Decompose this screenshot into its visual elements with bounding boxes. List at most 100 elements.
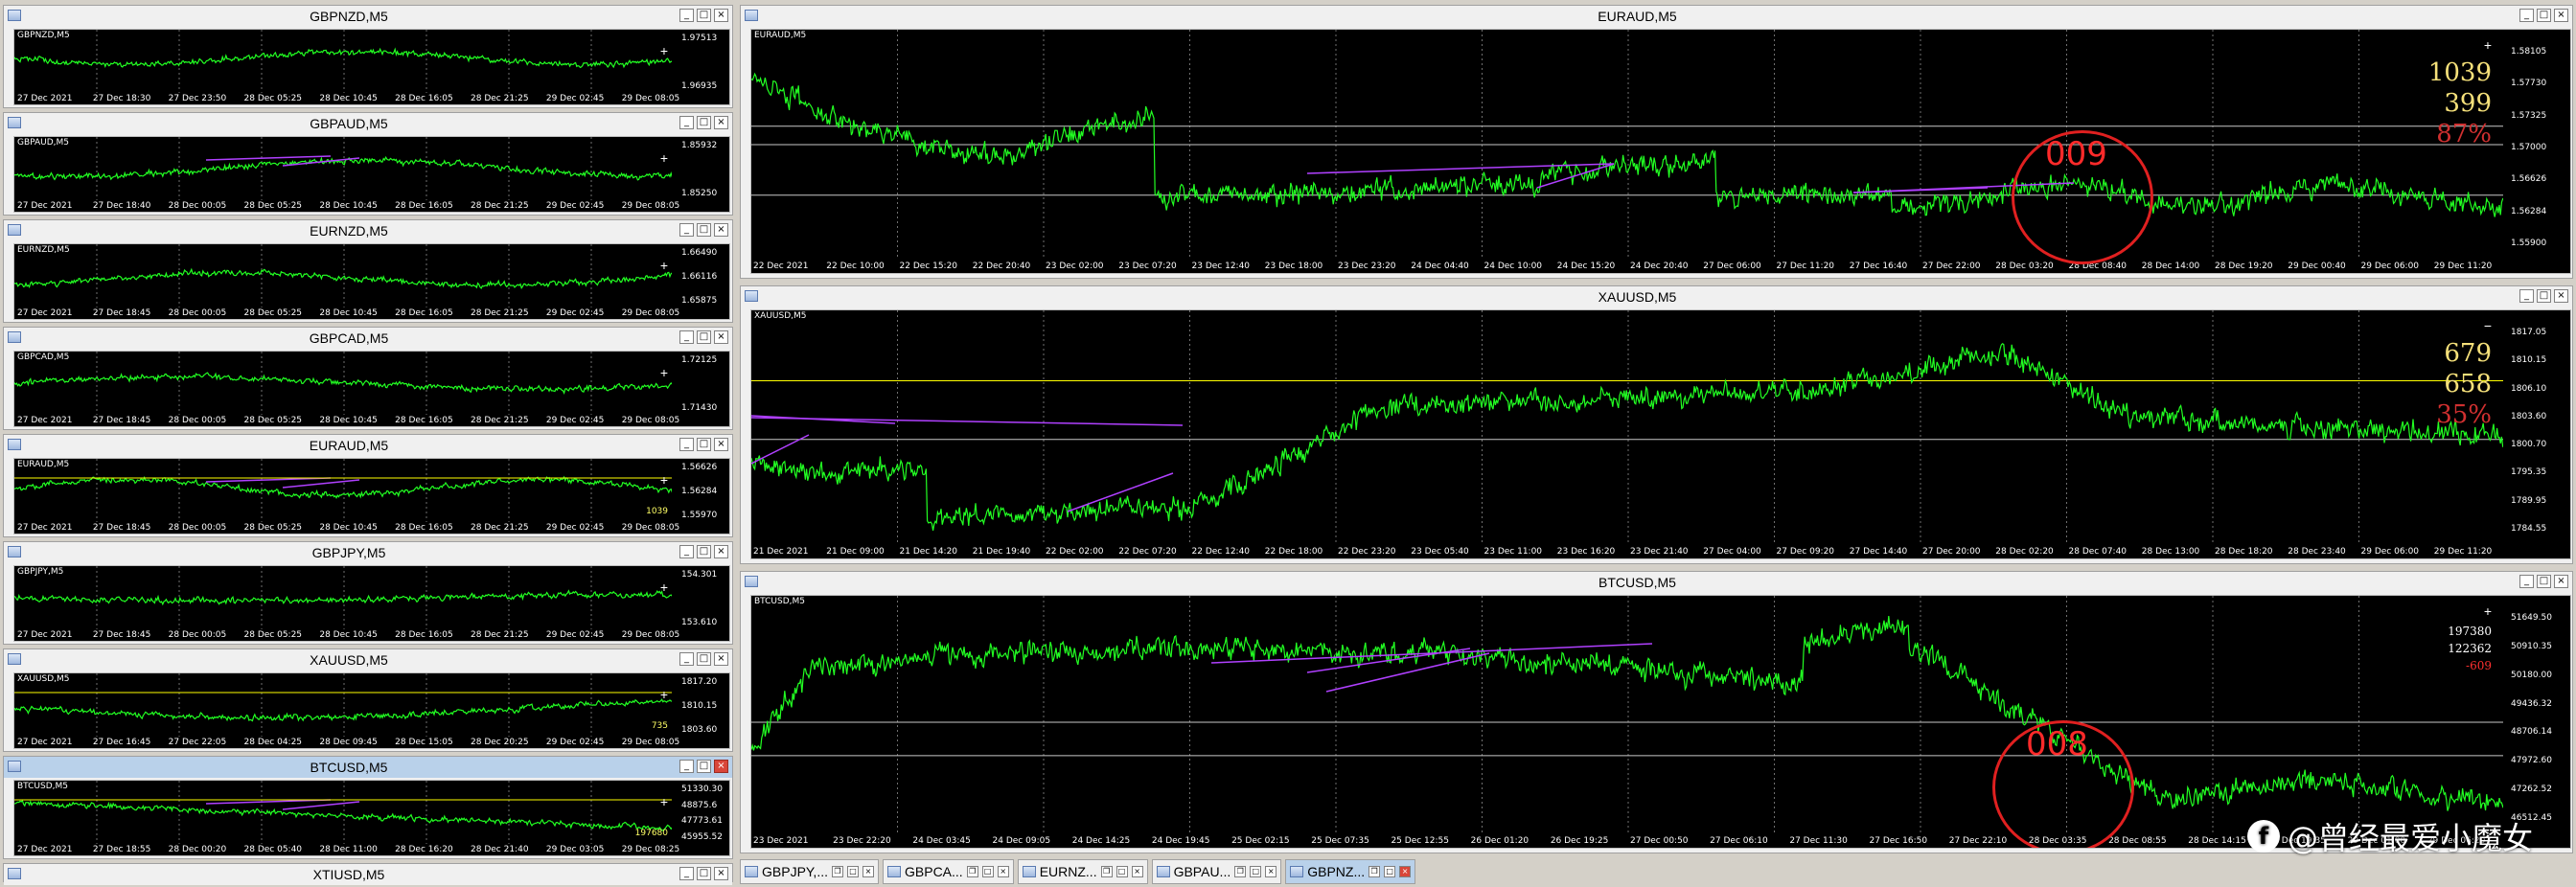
close-button[interactable]: × <box>714 116 728 129</box>
minimize-button[interactable]: _ <box>2519 575 2534 588</box>
maximize-button[interactable]: □ <box>697 438 711 451</box>
maximize-button[interactable]: □ <box>697 867 711 880</box>
window-titlebar[interactable]: EURNZD,M5 _ □ × <box>4 220 732 241</box>
zoom-in-icon[interactable]: + <box>660 794 668 809</box>
close-button[interactable]: × <box>862 866 874 877</box>
chart-window-euraud[interactable]: EURAUD,M5 _ □ × EURAUD,M5 1.56626 1.56284 1.559… <box>3 434 733 537</box>
close-button[interactable]: × <box>714 223 728 237</box>
minimize-button[interactable]: _ <box>2519 289 2534 303</box>
zoom-in-icon[interactable]: + <box>660 43 668 58</box>
minimize-button[interactable]: _ <box>679 545 694 558</box>
window-titlebar[interactable]: XAUUSD,M5 _ □ × <box>4 649 732 671</box>
maximize-button[interactable]: □ <box>1384 866 1396 877</box>
chart-area[interactable]: GBPCAD,M5 1.72125 1.71430 +27 Dec 2021 27 De… <box>13 351 730 427</box>
chart-window-xauusd-large[interactable]: XAUUSD,M5 _ □ × XAUUSD,M5 1817.05 1810.15 1806.… <box>740 285 2573 564</box>
chart-window-btcusd[interactable]: BTCUSD,M5 _ □ × BTCUSD,M5 51330.30 48875.6 4777… <box>3 756 733 859</box>
minimize-button[interactable]: _ <box>679 223 694 237</box>
chart-area[interactable]: XAUUSD,M5 1817.05 1810.15 1806.10 1803.60 180… <box>750 309 2571 559</box>
minimized-window-tab[interactable]: GBPJPY,... ❐ □ × <box>740 859 879 884</box>
minimize-button[interactable]: _ <box>679 652 694 666</box>
minimize-button[interactable]: _ <box>2519 9 2534 22</box>
maximize-button[interactable]: □ <box>697 760 711 773</box>
minimize-button[interactable]: _ <box>679 9 694 22</box>
maximize-button[interactable]: □ <box>697 9 711 22</box>
minimized-window-tab[interactable]: EURNZ... ❐ □ × <box>1017 859 1148 884</box>
maximize-button[interactable]: □ <box>697 223 711 237</box>
window-titlebar[interactable]: EURAUD,M5 _ □ × <box>741 6 2572 27</box>
restore-button[interactable]: ❐ <box>1234 866 1247 877</box>
chart-area[interactable]: GBPJPY,M5 154.301 153.610 +27 Dec 2021 27 De… <box>13 565 730 642</box>
close-button[interactable]: × <box>714 438 728 451</box>
minimized-window-tab[interactable]: GBPNZ... ❐ □ × <box>1285 859 1416 884</box>
restore-button[interactable]: ❐ <box>966 866 978 877</box>
zoom-in-icon[interactable]: + <box>660 472 668 488</box>
chart-window-btcusd-large[interactable]: BTCUSD,M5 _ □ × BTCUSD,M5 51649.50 50910.35 501… <box>740 571 2573 853</box>
window-titlebar[interactable]: XAUUSD,M5 _ □ × <box>741 286 2572 307</box>
close-button[interactable]: × <box>714 330 728 344</box>
restore-button[interactable]: ❐ <box>1100 866 1113 877</box>
minimize-button[interactable]: _ <box>679 116 694 129</box>
chart-window-xauusd[interactable]: XAUUSD,M5 _ □ × XAUUSD,M5 1817.20 1810.15 1803.… <box>3 648 733 752</box>
window-titlebar[interactable]: GBPJPY,M5 _ □ × <box>4 542 732 563</box>
maximize-button[interactable]: □ <box>697 116 711 129</box>
chart-area[interactable]: EURAUD,M5 1.58105 1.57730 1.57325 1.57000 1.5… <box>750 29 2571 274</box>
zoom-in-icon[interactable]: + <box>660 258 668 273</box>
chart-window-xtiusd[interactable]: XTIUSD,M5 _ □ × <box>3 863 733 885</box>
window-titlebar[interactable]: GBPNZD,M5 _ □ × <box>4 6 732 27</box>
minimize-button[interactable]: _ <box>679 867 694 880</box>
window-titlebar[interactable]: GBPAUD,M5 _ □ × <box>4 113 732 134</box>
zoom-in-icon[interactable]: + <box>660 580 668 595</box>
chart-area[interactable]: XAUUSD,M5 1817.20 1810.15 1803.60 +27 Dec 20… <box>13 672 730 749</box>
window-titlebar[interactable]: BTCUSD,M5 _ □ × <box>741 572 2572 593</box>
minimize-button[interactable]: _ <box>679 760 694 773</box>
maximize-button[interactable]: □ <box>2537 575 2551 588</box>
chart-window-eurnzd[interactable]: EURNZD,M5 _ □ × EURNZD,M5 1.66490 1.66116 1.658… <box>3 219 733 323</box>
restore-button[interactable]: ❐ <box>832 866 843 877</box>
close-button[interactable]: × <box>714 867 728 880</box>
close-button[interactable]: × <box>714 9 728 22</box>
chart-window-gbpjpy[interactable]: GBPJPY,M5 _ □ × GBPJPY,M5 154.301 153.610 +27 D… <box>3 541 733 645</box>
maximize-button[interactable]: □ <box>1250 866 1262 877</box>
minimized-window-tab[interactable]: GBPCA... ❐ □ × <box>883 859 1014 884</box>
restore-button[interactable]: ❐ <box>1368 866 1381 877</box>
chart-area[interactable]: EURAUD,M5 1.56626 1.56284 1.55970 +27 Dec 20… <box>13 458 730 534</box>
minimize-button[interactable]: _ <box>679 330 694 344</box>
close-button[interactable]: × <box>2554 289 2568 303</box>
maximize-button[interactable]: □ <box>981 866 994 877</box>
close-button[interactable]: × <box>2554 575 2568 588</box>
chart-area[interactable]: GBPNZD,M5 1.97513 1.96935 +27 Dec 2021 27 De… <box>13 29 730 105</box>
window-titlebar[interactable]: EURAUD,M5 _ □ × <box>4 435 732 456</box>
minimize-button[interactable]: _ <box>679 438 694 451</box>
maximize-button[interactable]: □ <box>697 652 711 666</box>
chart-area[interactable]: EURNZD,M5 1.66490 1.66116 1.65875 +27 Dec 20… <box>13 243 730 320</box>
chart-area[interactable]: BTCUSD,M5 51330.30 48875.6 47773.61 45955.52… <box>13 780 730 856</box>
zoom-in-icon[interactable]: + <box>660 365 668 380</box>
zoom-in-icon[interactable]: + <box>660 150 668 166</box>
maximize-button[interactable]: □ <box>847 866 859 877</box>
close-button[interactable]: × <box>714 652 728 666</box>
maximize-button[interactable]: □ <box>2537 9 2551 22</box>
zoom-out-icon[interactable]: − <box>2484 318 2492 333</box>
close-button[interactable]: × <box>714 545 728 558</box>
maximize-button[interactable]: □ <box>2537 289 2551 303</box>
window-titlebar[interactable]: XTIUSD,M5 _ □ × <box>4 864 732 885</box>
close-button[interactable]: × <box>1399 866 1412 877</box>
close-button[interactable]: × <box>997 866 1009 877</box>
close-button[interactable]: × <box>1265 866 1277 877</box>
chart-window-gbpnzd[interactable]: GBPNZD,M5 _ □ × GBPNZD,M5 1.97513 1.96935 +27 D… <box>3 5 733 108</box>
close-button[interactable]: × <box>2554 9 2568 22</box>
chart-window-gbpcad[interactable]: GBPCAD,M5 _ □ × GBPCAD,M5 1.72125 1.71430 +27 D… <box>3 327 733 430</box>
chart-window-euraud-large[interactable]: EURAUD,M5 _ □ × EURAUD,M5 1.58105 1.57730 1.573… <box>740 5 2573 279</box>
minimized-window-tab[interactable]: GBPAU... ❐ □ × <box>1151 859 1282 884</box>
maximize-button[interactable]: □ <box>697 545 711 558</box>
zoom-in-icon[interactable]: + <box>660 687 668 702</box>
close-button[interactable]: × <box>714 760 728 773</box>
maximize-button[interactable]: □ <box>697 330 711 344</box>
chart-area[interactable]: GBPAUD,M5 1.85932 1.85250 +27 Dec 2021 27 De… <box>13 136 730 213</box>
window-titlebar[interactable]: GBPCAD,M5 _ □ × <box>4 328 732 349</box>
close-button[interactable]: × <box>1131 866 1143 877</box>
zoom-in-icon[interactable]: + <box>2484 37 2492 53</box>
zoom-in-icon[interactable]: + <box>2484 603 2492 619</box>
maximize-button[interactable]: □ <box>1116 866 1128 877</box>
window-titlebar[interactable]: BTCUSD,M5 _ □ × <box>4 757 732 778</box>
